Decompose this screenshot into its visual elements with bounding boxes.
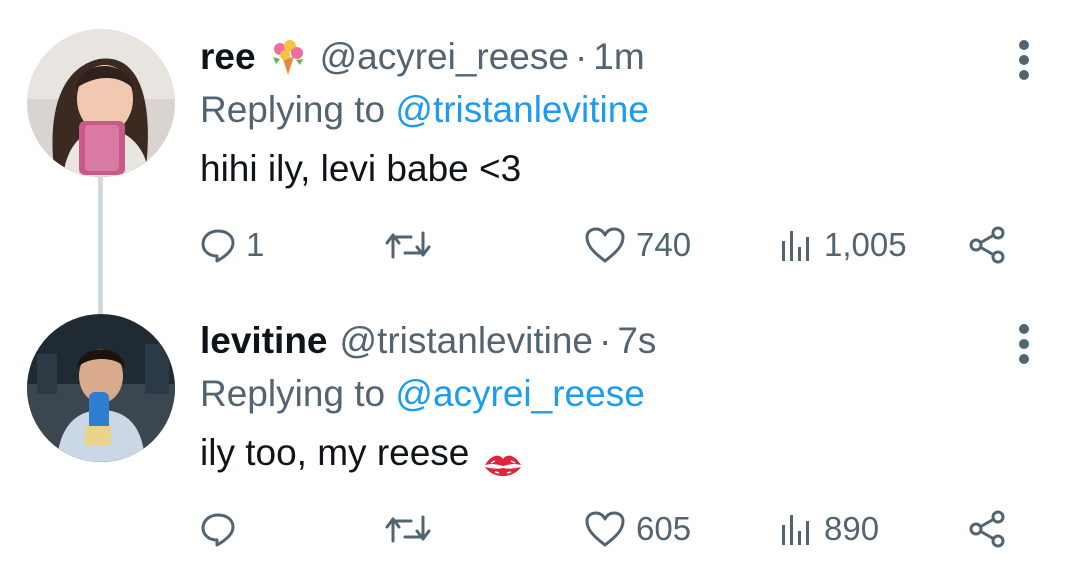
like-count: 605: [636, 510, 692, 547]
tweet-text: ily too, my reese: [200, 422, 1000, 484]
separator-dot: ·: [574, 36, 588, 77]
views-count: 1,005: [824, 226, 907, 263]
replying-to: Replying to @tristanlevitine: [200, 82, 1000, 138]
replying-prefix: Replying to: [200, 373, 386, 414]
more-dot: [1019, 324, 1029, 334]
views-count: 890: [824, 510, 880, 547]
user-handle[interactable]: @acyrei_reese: [320, 36, 569, 78]
views-chart-icon: [778, 227, 814, 263]
replying-prefix: Replying to: [200, 89, 386, 130]
tweet-text: hihi ily, levi babe <3: [200, 138, 1000, 200]
timestamp[interactable]: 1m: [593, 36, 644, 78]
more-dot: [1019, 70, 1029, 80]
kiss-mark-emoji: [483, 438, 523, 476]
retweet-button[interactable]: [383, 505, 443, 553]
more-dot: [1019, 339, 1029, 349]
share-button[interactable]: [968, 505, 1008, 553]
share-icon: [968, 509, 1008, 549]
reply-button[interactable]: 1: [200, 221, 264, 269]
reply-button[interactable]: [200, 505, 246, 553]
replying-to: Replying to @acyrei_reese: [200, 366, 1000, 422]
views-button[interactable]: 890: [778, 505, 879, 553]
more-dot: [1019, 55, 1029, 65]
avatar-ree[interactable]: [27, 29, 175, 177]
tweet-text-content: hihi ily, levi babe <3: [200, 148, 522, 189]
share-button[interactable]: [968, 221, 1008, 269]
display-name[interactable]: ree: [200, 36, 256, 78]
retweet-icon: [383, 511, 433, 547]
views-chart-icon: [778, 511, 814, 547]
tweet-header: ree @acyrei_reese · 1m: [200, 32, 1000, 82]
like-count: 740: [636, 226, 692, 263]
views-button[interactable]: 1,005: [778, 221, 907, 269]
action-bar: 1 740 1,005: [200, 221, 1020, 269]
user-handle[interactable]: @tristanlevitine: [340, 320, 594, 362]
like-button[interactable]: 605: [584, 505, 691, 553]
share-icon: [968, 225, 1008, 265]
tweet-text-content: ily too, my reese: [200, 432, 470, 473]
separator-dot: ·: [599, 320, 612, 361]
reply-icon: [200, 511, 236, 547]
retweet-icon: [383, 227, 433, 263]
tweet-header: levitine @tristanlevitine · 7s: [200, 316, 1000, 366]
more-options-button[interactable]: [1012, 40, 1036, 80]
more-dot: [1019, 354, 1029, 364]
more-dot: [1019, 40, 1029, 50]
replying-mention-link[interactable]: @tristanlevitine: [395, 89, 649, 130]
reply-icon: [200, 227, 236, 263]
like-button[interactable]: 740: [584, 221, 691, 269]
avatar-levitine[interactable]: [27, 314, 175, 462]
replying-mention-link[interactable]: @acyrei_reese: [395, 373, 644, 414]
retweet-button[interactable]: [383, 221, 443, 269]
thread-connector-line: [98, 176, 103, 314]
timestamp[interactable]: 7s: [617, 320, 656, 362]
display-name[interactable]: levitine: [200, 320, 328, 362]
reply-count: 1: [246, 226, 265, 263]
action-bar: 605 890: [200, 505, 1020, 553]
bouquet-emoji: [268, 37, 308, 77]
heart-icon: [584, 226, 626, 264]
more-options-button[interactable]: [1012, 324, 1036, 364]
heart-icon: [584, 510, 626, 548]
